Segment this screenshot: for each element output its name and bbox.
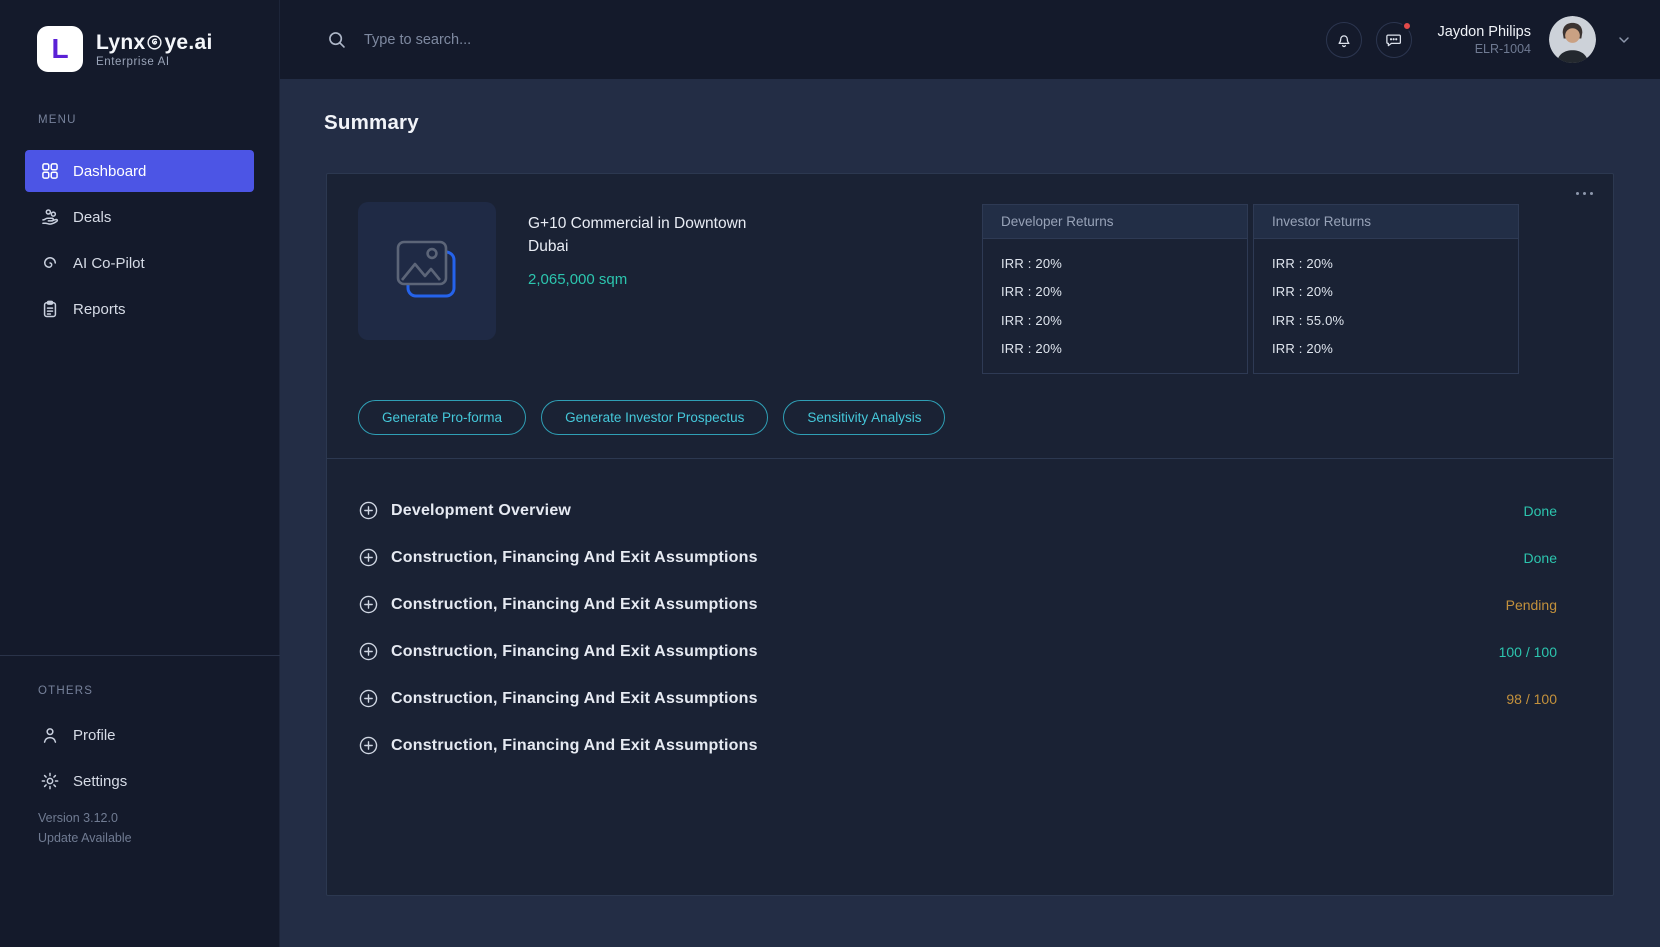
user-id: ELR-1004 [1438, 42, 1532, 56]
section-development-overview[interactable]: Development Overview Done [358, 487, 1557, 534]
topbar: Jaydon Philips ELR-1004 [280, 0, 1660, 79]
gear-icon [40, 771, 60, 791]
section-construction-5[interactable]: Construction, Financing And Exit Assumpt… [358, 722, 1557, 769]
card-options-button[interactable] [1572, 188, 1597, 199]
others-section-label: OTHERS [38, 685, 93, 697]
plus-circle-icon[interactable] [358, 500, 379, 521]
avatar[interactable] [1549, 16, 1596, 63]
table-row: IRR : 55.0% [1254, 313, 1518, 328]
project-title: G+10 Commercial in Downtown Dubai [528, 212, 778, 258]
section-title: Construction, Financing And Exit Assumpt… [391, 690, 758, 708]
table-row: IRR : 20% [983, 256, 1247, 271]
clipboard-icon [40, 299, 60, 319]
summary-card: G+10 Commercial in Downtown Dubai 2,065,… [326, 173, 1614, 896]
sidebar-item-deals[interactable]: Deals [25, 196, 254, 238]
sidebar-item-label: Dashboard [73, 163, 146, 180]
person-icon [40, 725, 60, 745]
unread-badge [1402, 21, 1412, 31]
section-title: Construction, Financing And Exit Assumpt… [391, 643, 758, 661]
search-bar[interactable] [326, 0, 664, 79]
sidebar-item-settings[interactable]: Settings [25, 760, 254, 802]
section-construction-3[interactable]: Construction, Financing And Exit Assumpt… [358, 628, 1557, 675]
sidebar-item-reports[interactable]: Reports [25, 288, 254, 330]
update-available-text[interactable]: Update Available [38, 828, 132, 848]
brand-logo[interactable]: L Lynx ye.ai Enterprise AI [37, 26, 213, 72]
sidebar-item-label: AI Co-Pilot [73, 255, 145, 272]
section-status: 100 / 100 [1499, 644, 1557, 660]
version-text: Version 3.12.0 [38, 808, 132, 828]
brand-logo-mark: L [37, 26, 83, 72]
sidebar: L Lynx ye.ai Enterprise AI MENU [0, 0, 280, 947]
plus-circle-icon[interactable] [358, 688, 379, 709]
chevron-down-icon[interactable] [1616, 32, 1632, 48]
notifications-button[interactable] [1326, 22, 1362, 58]
section-status: Pending [1506, 597, 1557, 613]
section-status: 98 / 100 [1506, 691, 1557, 707]
table-row: IRR : 20% [983, 341, 1247, 356]
table-row: IRR : 20% [983, 313, 1247, 328]
section-title: Construction, Financing And Exit Assumpt… [391, 737, 758, 755]
table-row: IRR : 20% [983, 284, 1247, 299]
developer-returns-header: Developer Returns [983, 205, 1247, 239]
table-row: IRR : 20% [1254, 341, 1518, 356]
plus-circle-icon[interactable] [358, 547, 379, 568]
messages-button[interactable] [1376, 22, 1412, 58]
section-title: Construction, Financing And Exit Assumpt… [391, 596, 758, 614]
table-row: IRR : 20% [1254, 284, 1518, 299]
sidebar-item-profile[interactable]: Profile [25, 714, 254, 756]
grid-icon [40, 161, 60, 181]
table-row: IRR : 20% [1254, 256, 1518, 271]
project-area: 2,065,000 sqm [528, 271, 778, 288]
page-title: Summary [324, 111, 419, 135]
section-status: Done [1524, 550, 1557, 566]
section-title: Construction, Financing And Exit Assumpt… [391, 549, 758, 567]
sidebar-item-label: Reports [73, 301, 126, 318]
image-placeholder-icon [392, 238, 462, 304]
eye-spiral-icon [146, 34, 163, 51]
main-content: Summary G+10 Commercial in Downtown Duba… [280, 79, 1660, 947]
section-construction-1[interactable]: Construction, Financing And Exit Assumpt… [358, 534, 1557, 581]
generate-investor-prospectus-button[interactable]: Generate Investor Prospectus [541, 400, 768, 435]
menu-section-label: MENU [38, 114, 77, 126]
chat-bubble-icon [1385, 31, 1403, 49]
brand-subtitle: Enterprise AI [96, 56, 213, 68]
user-name: Jaydon Philips [1438, 24, 1532, 40]
sections-list: Development Overview Done Construction, … [358, 487, 1557, 769]
plus-circle-icon[interactable] [358, 735, 379, 756]
sidebar-item-ai-copilot[interactable]: AI Co-Pilot [25, 242, 254, 284]
card-divider [327, 458, 1613, 459]
plus-circle-icon[interactable] [358, 594, 379, 615]
section-status: Done [1524, 503, 1557, 519]
section-construction-2[interactable]: Construction, Financing And Exit Assumpt… [358, 581, 1557, 628]
sidebar-divider [0, 655, 280, 656]
section-construction-4[interactable]: Construction, Financing And Exit Assumpt… [358, 675, 1557, 722]
sidebar-item-dashboard[interactable]: Dashboard [25, 150, 254, 192]
investor-returns-table: Investor Returns IRR : 20% IRR : 20% IRR… [1253, 204, 1519, 374]
search-input[interactable] [364, 32, 664, 48]
investor-returns-header: Investor Returns [1254, 205, 1518, 239]
user-info: Jaydon Philips ELR-1004 [1438, 24, 1532, 56]
returns-tables: Developer Returns IRR : 20% IRR : 20% IR… [982, 204, 1519, 374]
sidebar-item-label: Settings [73, 773, 127, 790]
spiral-icon [40, 253, 60, 273]
search-icon [326, 29, 348, 51]
generate-proforma-button[interactable]: Generate Pro-forma [358, 400, 526, 435]
developer-returns-table: Developer Returns IRR : 20% IRR : 20% IR… [982, 204, 1248, 374]
sensitivity-analysis-button[interactable]: Sensitivity Analysis [783, 400, 945, 435]
sidebar-item-label: Profile [73, 727, 116, 744]
plus-circle-icon[interactable] [358, 641, 379, 662]
section-title: Development Overview [391, 502, 571, 520]
brand-name: Lynx ye.ai [96, 31, 213, 55]
project-thumbnail [358, 202, 496, 340]
bell-icon [1335, 31, 1353, 49]
sidebar-item-label: Deals [73, 209, 111, 226]
hand-coins-icon [40, 207, 60, 227]
